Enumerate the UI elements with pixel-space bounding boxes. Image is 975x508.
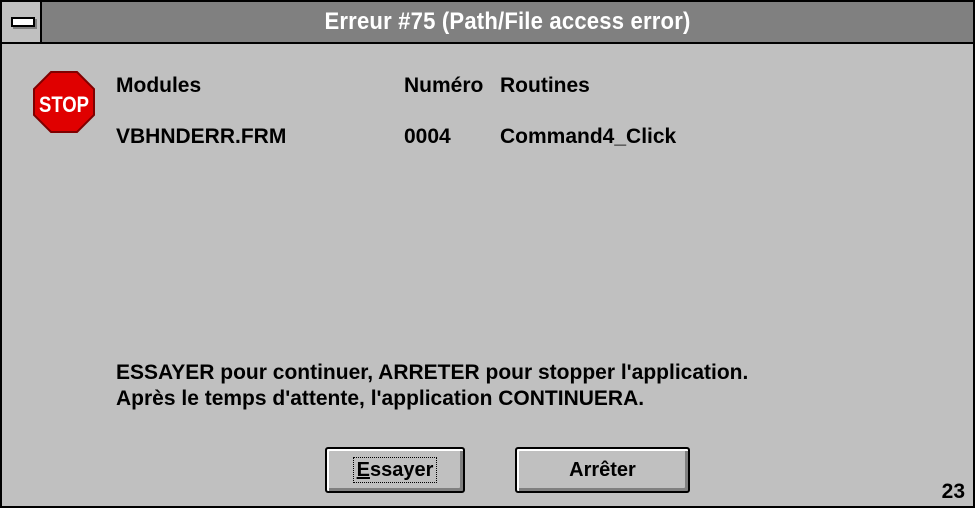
numero-header: Numéro [404, 74, 484, 97]
essayer-label: ssayer [369, 459, 434, 481]
essayer-button[interactable]: Essayer [325, 447, 465, 493]
arreter-button[interactable]: Arrêter [515, 447, 690, 493]
routine-value: Command4_Click [500, 125, 677, 148]
stop-icon-label: STOP [39, 92, 89, 117]
system-menu-icon [11, 17, 35, 27]
essayer-mnemonic: E [356, 459, 370, 481]
module-value: VBHNDERR.FRM [116, 125, 287, 148]
message-line-2: Après le temps d'attente, l'application … [116, 387, 645, 410]
error-dialog: Erreur #75 (Path/File access error) STOP… [0, 0, 975, 508]
modules-header: Modules [116, 74, 202, 97]
essayer-focus-rect: Essayer [352, 457, 438, 483]
routines-header: Routines [500, 74, 590, 97]
arreter-label: Arrêter [569, 458, 636, 481]
stop-icon: STOP [33, 71, 95, 133]
title-bar[interactable]: Erreur #75 (Path/File access error) [2, 2, 973, 44]
window-title: Erreur #75 (Path/File access error) [324, 8, 691, 35]
message-line-1: ESSAYER pour continuer, ARRETER pour sto… [116, 361, 749, 384]
numero-value: 0004 [404, 125, 451, 148]
countdown-timer: 23 [941, 480, 965, 503]
system-menu-button[interactable] [2, 2, 42, 42]
